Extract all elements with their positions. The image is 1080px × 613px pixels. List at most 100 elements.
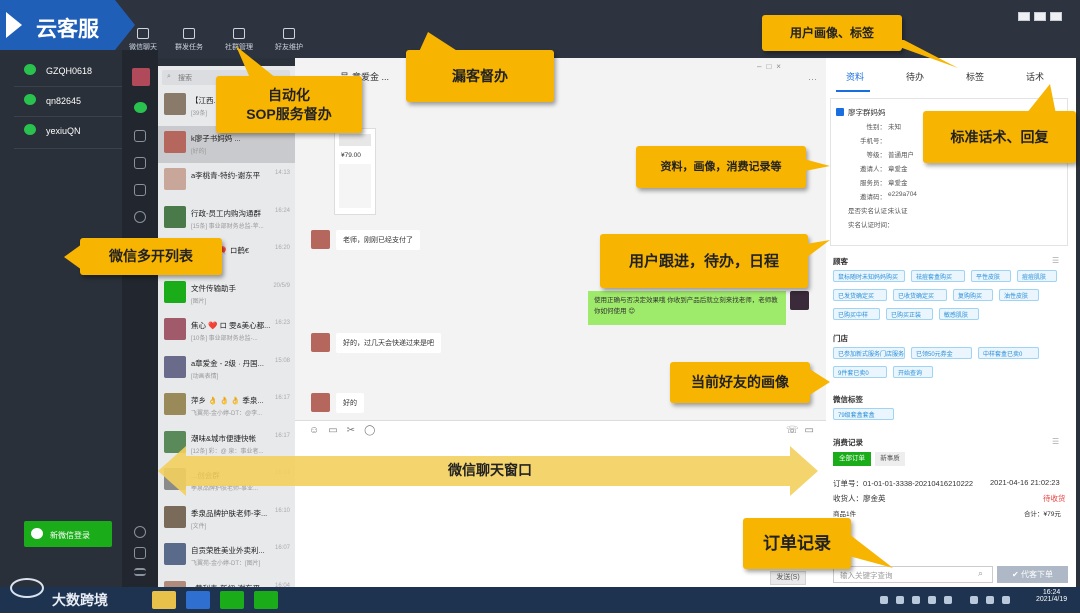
customer-tag[interactable]: 复购购买 (953, 289, 993, 301)
chat-bubble-icon[interactable]: ◯ (364, 425, 384, 436)
callout-resources: 资料，画像，消费记录等 (636, 146, 806, 188)
keyword-search-input[interactable]: 输入关键字查询 (833, 566, 993, 583)
tab-profile[interactable]: 资料 (846, 70, 864, 83)
chat-list-item[interactable]: 文件传输助手 [图片] 20/5/9 (158, 276, 295, 313)
tray-icon[interactable] (880, 596, 888, 604)
phone-icon[interactable]: ☏ (786, 425, 805, 436)
chat-icon (137, 28, 149, 39)
order-receiver: 收货人：廖金英 (833, 494, 886, 503)
chat-list-item[interactable]: a李桃青-特约-谢东平 14:13 (158, 163, 295, 200)
chevron-right-icon (6, 12, 22, 38)
speaker-icon[interactable] (970, 596, 978, 604)
callout-sop: 自动化 SOP服务督办 (216, 76, 362, 133)
folder-icon[interactable] (152, 591, 176, 609)
profile-field-label: 邀请人： (860, 166, 886, 173)
tray-icon[interactable] (928, 596, 936, 604)
customer-tag[interactable]: 平性皮肤 (971, 270, 1011, 282)
customer-tag[interactable]: 已发货确定买 (833, 289, 887, 301)
avatar (311, 333, 330, 352)
more-icon[interactable]: ··· (808, 74, 817, 84)
customer-tag[interactable]: 开始查询 (893, 366, 933, 378)
app-icon[interactable] (186, 591, 210, 609)
list-icon[interactable]: ☰ (1052, 256, 1059, 265)
folder-icon[interactable]: ▭ (328, 425, 346, 436)
tab-scripts[interactable]: 话术 (1026, 70, 1044, 83)
customer-tag[interactable]: 已领50元券金 (911, 347, 972, 359)
chat-list-item[interactable]: 自贡荣胜美业外卖利... 飞翼苑-金小婷-DT：[图片] 16:07 (158, 538, 295, 575)
tab-todo[interactable]: 待办 (906, 70, 924, 83)
call-toolbar[interactable]: ☏▭ (786, 425, 820, 436)
menu-icon[interactable] (134, 568, 146, 576)
brand-title: 云客服 (36, 18, 99, 41)
contacts-icon[interactable] (134, 130, 146, 142)
customer-tag[interactable]: 敏感肌肤 (939, 308, 979, 320)
avatar (164, 205, 186, 228)
emoji-icon[interactable]: ☺ (309, 425, 328, 436)
input-toolbar[interactable]: ☺▭✂◯ (309, 425, 384, 436)
chat-list-item[interactable]: a章爱金 - 2级 · 丹国... [动画表情] 15:08 (158, 351, 295, 388)
product-image (339, 164, 371, 208)
callout-followup: 用户跟进，待办，日程 (600, 234, 808, 288)
network-icon[interactable] (986, 596, 994, 604)
chat-list-item[interactable]: 焦心 ❤️ ロ 雯&美心都... [10条] 事业部财务总监-... 16:23 (158, 313, 295, 350)
gear-icon[interactable] (134, 211, 146, 223)
avatar[interactable] (132, 68, 150, 86)
divider (14, 86, 122, 87)
customer-tag[interactable]: 已购买中样 (833, 308, 880, 320)
store-section-title: 门店 (833, 334, 848, 343)
wechat-icon[interactable] (254, 591, 278, 609)
top-nav-group-send[interactable]: 群发任务 (164, 28, 214, 52)
customer-tag[interactable]: 中样套盒已卖0 (978, 347, 1039, 359)
customer-tag[interactable]: 祛痘套盒购买 (911, 270, 965, 282)
tab-tags[interactable]: 标签 (966, 70, 984, 83)
send-button[interactable]: 发送(S) (770, 571, 806, 585)
new-wechat-login-button[interactable]: 新微信登录 (24, 521, 112, 547)
customer-tag[interactable]: 已收货确定买 (893, 289, 947, 301)
chat-message: 使用正确与否决定效果哦 你收到产品后就立刻来找老师，老师教你如何使用 😊 (588, 291, 786, 325)
compass-icon[interactable] (134, 526, 146, 538)
close-button[interactable] (1050, 12, 1062, 21)
tray-icon[interactable] (912, 596, 920, 604)
callout-leakage: 漏客督办 (406, 50, 554, 102)
tab-new-orders[interactable]: 新事质 (875, 452, 905, 466)
chat-message: 好的 (336, 393, 364, 413)
callout-pointer (236, 46, 276, 78)
tab-all-orders[interactable]: 全部订单 (833, 452, 871, 466)
customer-tag[interactable]: 痘痘肌肤 (1017, 270, 1057, 282)
list-icon[interactable]: ☰ (1052, 437, 1059, 446)
tray-icon[interactable] (944, 596, 952, 604)
chat-list-item[interactable]: 行政-员工内购沟通群 [15条] 事业部财务总监-苹... 16:24 (158, 201, 295, 238)
account-item[interactable]: yexiuQN (14, 118, 122, 144)
customer-section-title: 顾客 (833, 257, 848, 266)
phone-icon[interactable] (134, 547, 146, 559)
avatar (164, 93, 186, 115)
video-icon[interactable]: ▭ (805, 425, 820, 436)
scissors-icon[interactable]: ✂ (347, 425, 364, 436)
chat-list-item[interactable]: 萍乡 👌 👌 👌 季泉... 飞翼苑-金小婷-DT：@李... 16:17 (158, 388, 295, 425)
wechat-icon[interactable] (220, 591, 244, 609)
customer-tag[interactable]: 油性皮肤 (999, 289, 1039, 301)
place-order-button[interactable]: ✔ 代客下单 (997, 566, 1068, 583)
customer-tag[interactable]: 已购买正装 (886, 308, 933, 320)
cube-icon[interactable] (134, 157, 146, 169)
customer-tag[interactable]: 9件套已卖0 (833, 366, 887, 378)
window-controls[interactable]: –□× (757, 62, 786, 71)
account-item[interactable]: qn82645 (14, 88, 122, 114)
customer-tag[interactable]: 鼠标随时未知妈妈购买 (833, 270, 905, 282)
top-nav-chat[interactable]: 微信聊天 (118, 28, 168, 52)
search-icon[interactable]: ⌕ (978, 568, 983, 579)
minimize-button[interactable] (1018, 12, 1030, 21)
chat-list-item[interactable]: 季泉品牌护肤老师-李... [文件] 16:10 (158, 501, 295, 538)
profile-field-value: 章爱金 (888, 180, 908, 187)
avatar (164, 543, 186, 565)
chat-icon[interactable] (134, 102, 147, 113)
avatar (164, 280, 186, 303)
tray-icon[interactable] (896, 596, 904, 604)
maximize-button[interactable] (1034, 12, 1046, 21)
folder-icon[interactable] (134, 184, 146, 196)
tray-icon[interactable] (1002, 596, 1010, 604)
customer-tag[interactable]: 已参加新式服务门店服务 (833, 347, 905, 359)
product-card[interactable]: ¥79.00 (334, 128, 376, 215)
account-item[interactable]: GZQH0618 (14, 58, 122, 84)
customer-tag[interactable]: 79级套盒套盒 (833, 408, 894, 420)
